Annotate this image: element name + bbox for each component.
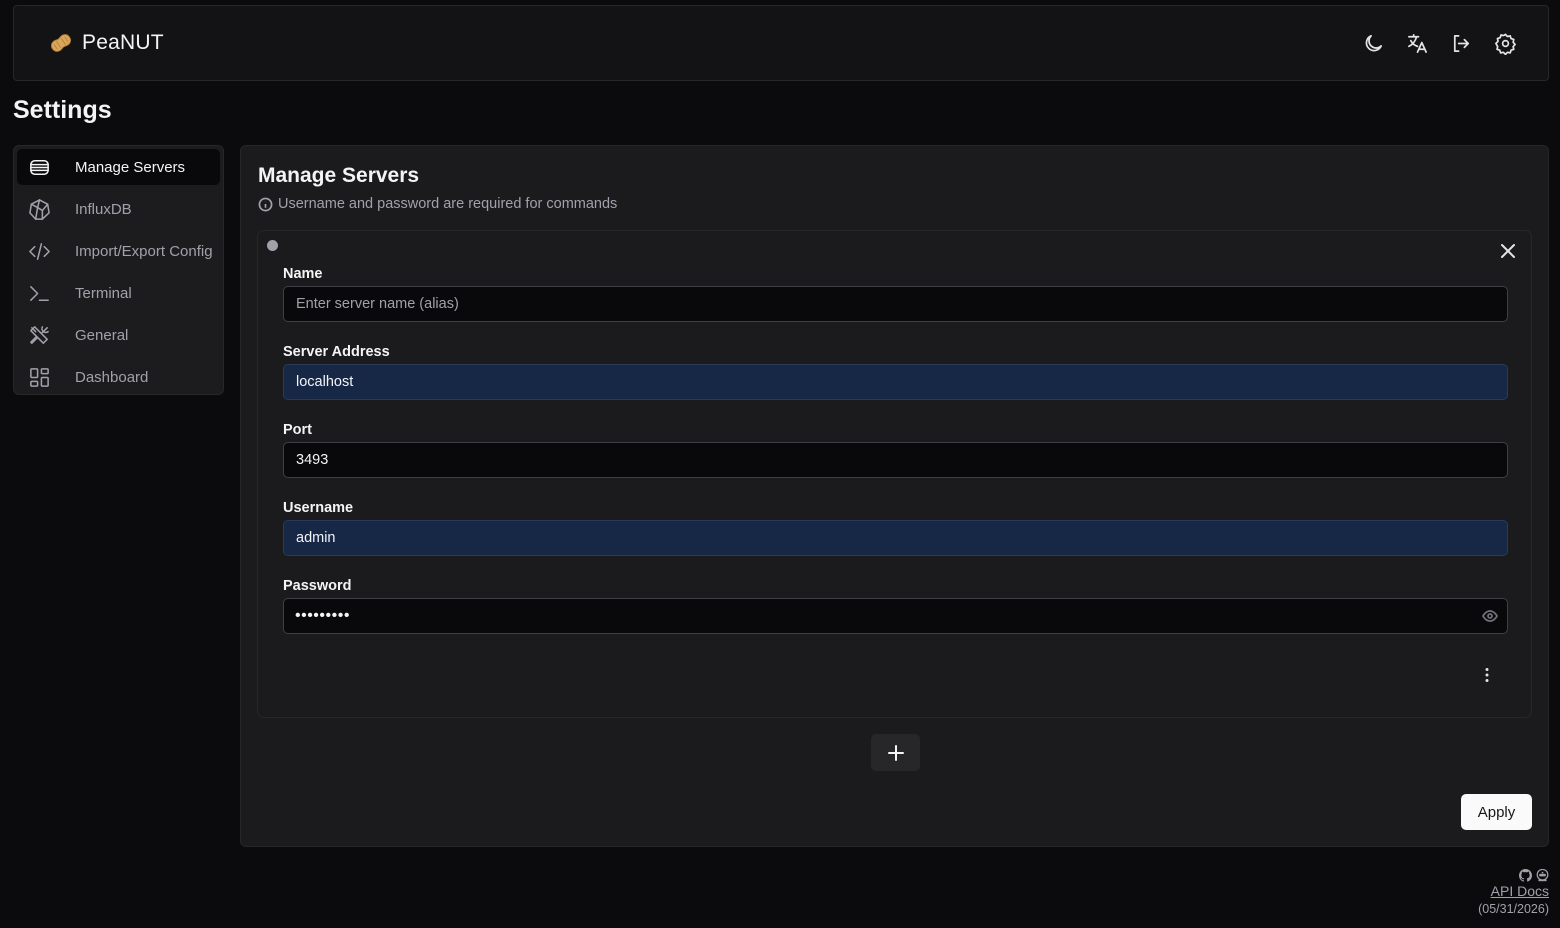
username-input[interactable] [283,520,1508,556]
server-status-dot [267,240,278,251]
server-address-input[interactable] [283,364,1508,400]
name-label: Name [283,266,323,282]
add-server-button[interactable] [871,734,920,771]
github-icon[interactable] [1519,869,1532,882]
remove-server-button[interactable] [1497,240,1519,262]
address-label: Server Address [283,344,390,360]
password-masked-value: ••••••••• [295,607,350,624]
server-icon [29,159,49,175]
server-name-input[interactable] [283,286,1508,322]
docker-icon[interactable] [1536,869,1549,882]
peanut-icon [50,34,72,52]
settings-button[interactable] [1490,28,1520,58]
port-field-group: Port [283,422,1508,478]
dashboard-icon [29,367,49,387]
language-button[interactable] [1402,28,1432,58]
terminal-icon [29,285,49,301]
sidebar-item-label: Dashboard [75,368,149,386]
username-field-group: Username [283,500,1508,556]
sidebar-item-influxdb[interactable]: InfluxDB [17,191,220,227]
sidebar-item-label: Import/Export Config [75,242,213,260]
logout-button[interactable] [1446,28,1476,58]
sidebar-item-label: General [75,326,129,344]
more-vertical-icon [1485,668,1489,682]
name-field-group: Name [283,266,1508,322]
username-label: Username [283,500,354,516]
footer-date: (05/31/2026) [1478,902,1549,916]
eye-icon [1481,610,1499,622]
plus-icon [887,744,904,761]
sidebar-item-manage-servers[interactable]: Manage Servers [17,149,220,185]
address-field-group: Server Address [283,344,1508,400]
app-header: PeaNUT [13,5,1549,81]
page-title: Settings [13,96,112,124]
info-note: Username and password are required for c… [258,196,617,212]
settings-sidebar: Manage Servers InfluxDB Import/Export Co… [13,145,224,395]
server-card: Name Server Address Port Username Passwo… [257,230,1532,718]
brand[interactable]: PeaNUT [46,28,164,58]
sidebar-item-label: InfluxDB [75,200,132,218]
close-icon [1501,244,1515,258]
footer: API Docs (05/31/2026) [1478,869,1549,916]
info-icon [258,197,273,211]
manage-servers-panel: Manage Servers Username and password are… [240,145,1549,847]
sidebar-item-label: Terminal [75,284,132,302]
theme-toggle-button[interactable] [1358,28,1388,58]
port-label: Port [283,422,312,438]
sidebar-item-label: Manage Servers [75,158,186,176]
section-title: Manage Servers [258,164,420,187]
password-field-group: Password ••••••••• [283,578,1508,634]
code-icon [28,242,50,260]
port-input[interactable] [283,442,1508,478]
app-name: PeaNUT [82,31,164,54]
info-note-text: Username and password are required for c… [278,196,618,212]
password-label: Password [283,578,352,594]
sidebar-item-general[interactable]: General [17,317,220,353]
sidebar-item-terminal[interactable]: Terminal [17,275,220,311]
gear-icon [1494,33,1516,55]
password-input[interactable] [283,598,1508,634]
show-password-button[interactable] [1481,608,1499,624]
server-options-button[interactable] [1477,665,1497,685]
tools-icon [29,325,49,344]
apply-button[interactable]: Apply [1461,794,1532,830]
sidebar-item-import-export[interactable]: Import/Export Config [17,233,220,269]
sidebar-item-dashboard[interactable]: Dashboard [17,359,220,395]
influxdb-icon [28,198,50,220]
api-docs-link[interactable]: API Docs [1478,883,1549,899]
moon-icon [1365,34,1382,51]
translate-icon [1407,33,1427,53]
logout-icon [1453,34,1469,52]
